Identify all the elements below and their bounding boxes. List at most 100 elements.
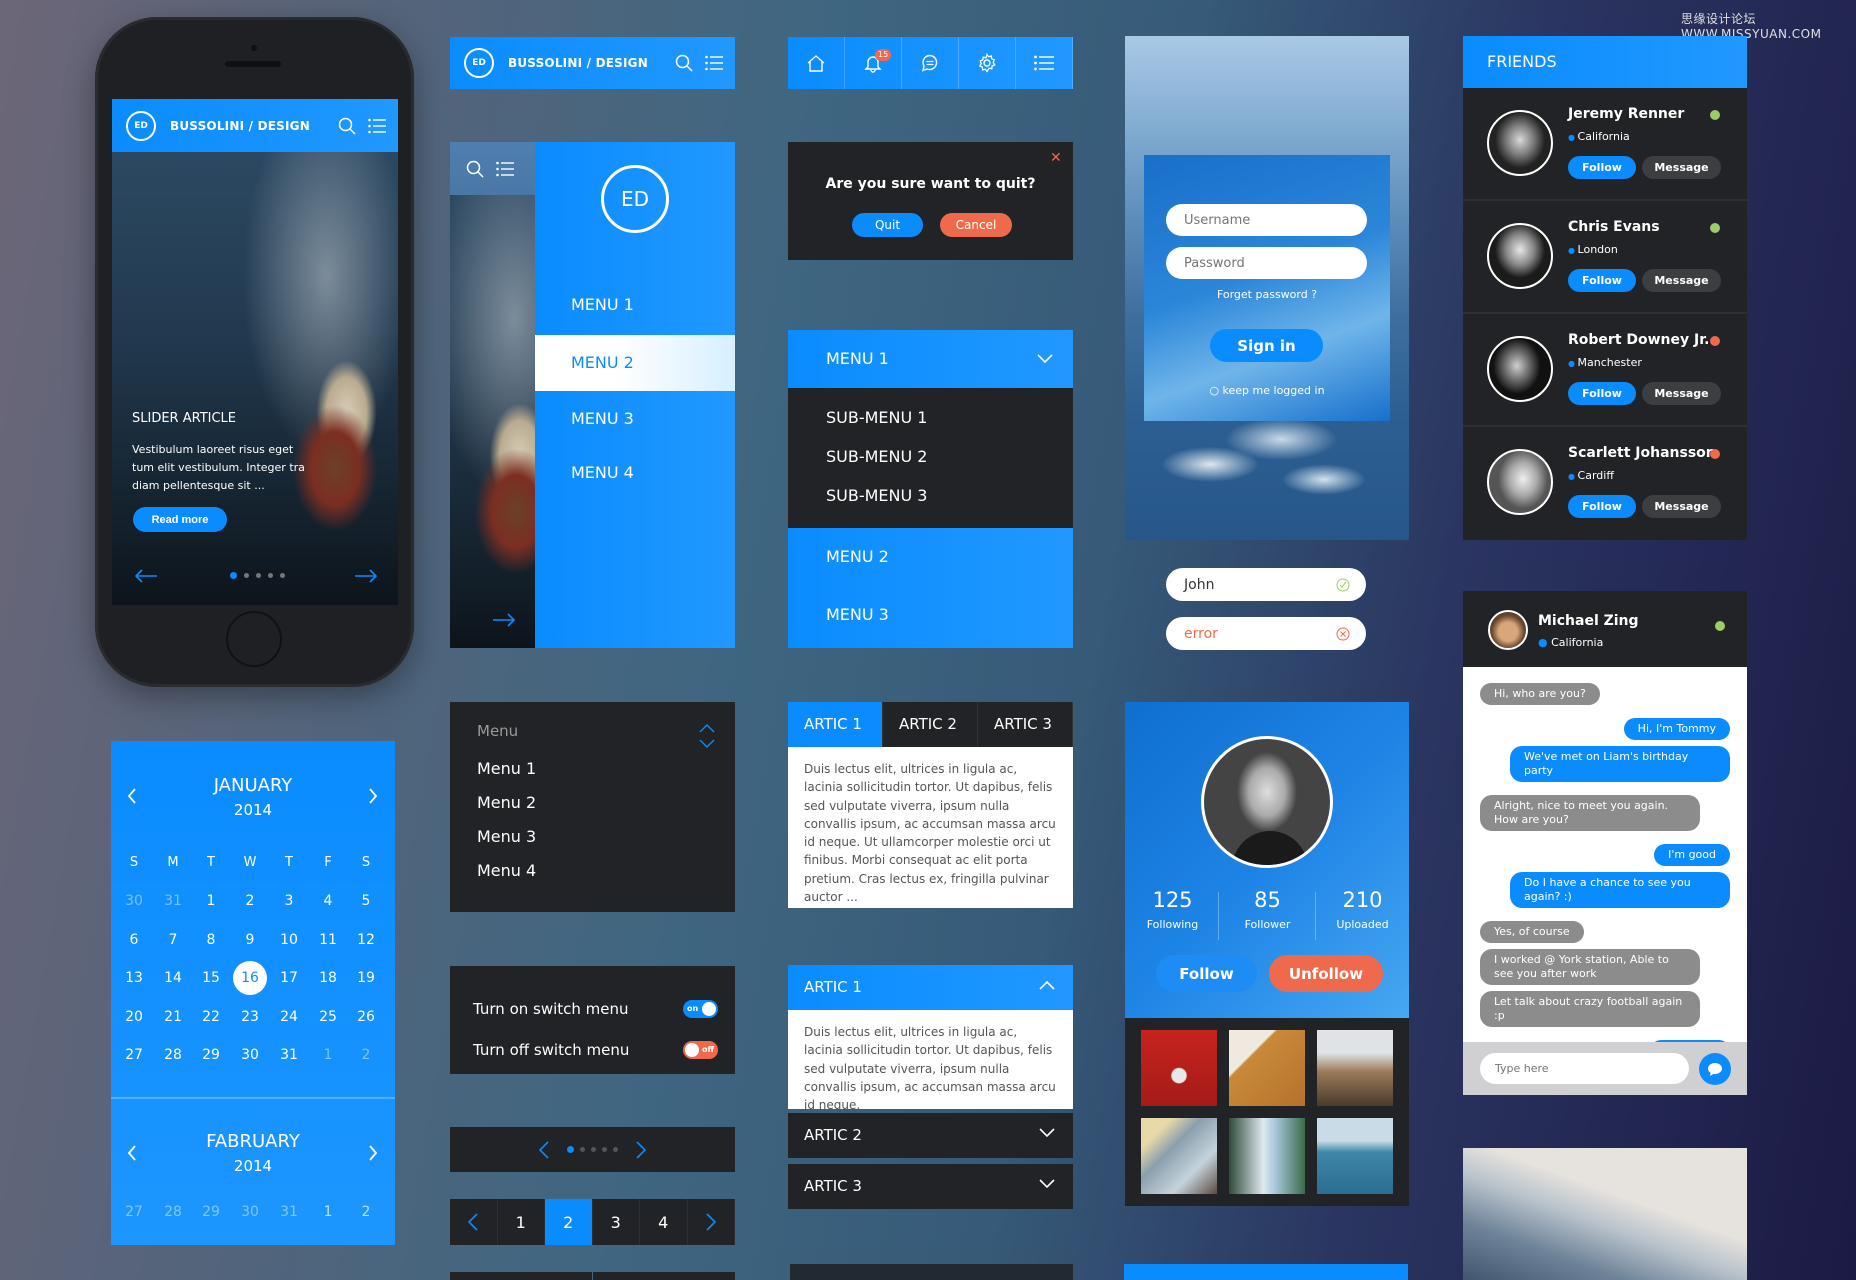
calendar-day[interactable]: 31 — [272, 1197, 306, 1227]
follow-button[interactable]: Follow — [1568, 382, 1636, 405]
chevron-down-icon[interactable] — [1039, 1128, 1055, 1138]
accordion-menu-1[interactable]: MENU 1 — [788, 330, 1073, 388]
follow-button[interactable]: Follow — [1568, 156, 1636, 179]
calendar-day[interactable]: 8 — [194, 925, 228, 955]
chevron-down-icon[interactable] — [1037, 354, 1053, 364]
brand-logo[interactable]: ED — [464, 48, 494, 78]
tab[interactable]: ARTIC 2 — [883, 702, 978, 747]
follow-button[interactable]: Follow — [1568, 495, 1636, 518]
chevron-right-icon[interactable] — [368, 788, 378, 804]
side-menu-item[interactable]: MENU 3 — [535, 391, 735, 447]
avatar[interactable] — [1488, 610, 1528, 650]
chevron-right-icon[interactable] — [368, 1145, 378, 1161]
avatar[interactable] — [1487, 336, 1553, 402]
gallery-photo[interactable] — [1141, 1118, 1217, 1194]
list-icon[interactable] — [368, 118, 386, 134]
unfollow-button[interactable]: Unfollow — [1269, 955, 1383, 992]
message-button[interactable]: Message — [1642, 269, 1721, 292]
calendar-day[interactable]: 1 — [194, 886, 228, 916]
chevron-down-icon[interactable] — [1039, 1179, 1055, 1189]
read-more-button[interactable]: Read more — [133, 507, 227, 532]
page-button[interactable]: 4 — [640, 1199, 688, 1245]
message-button[interactable]: Message — [1642, 495, 1721, 518]
calendar-day[interactable]: 27 — [117, 1040, 151, 1070]
calendar-day[interactable]: 15 — [194, 963, 228, 993]
friend-name[interactable]: Robert Downey Jr. — [1568, 332, 1709, 348]
avatar[interactable] — [1487, 223, 1553, 289]
calendar-day[interactable]: 11 — [311, 925, 345, 955]
close-icon[interactable]: ✕ — [1050, 150, 1062, 166]
valid-input[interactable]: John — [1166, 568, 1366, 601]
list-icon[interactable] — [496, 161, 514, 177]
calendar-day[interactable]: 14 — [156, 963, 190, 993]
friend-name[interactable]: Scarlett Johansson — [1568, 445, 1716, 461]
slider-dots[interactable] — [230, 572, 285, 579]
tab[interactable]: ARTIC 1 — [788, 702, 883, 747]
dropdown-item[interactable]: Menu 4 — [477, 854, 735, 888]
calendar-day[interactable]: 7 — [156, 925, 190, 955]
calendar-day[interactable]: 25 — [311, 1002, 345, 1032]
message-button[interactable]: Message — [1642, 382, 1721, 405]
search-icon[interactable] — [338, 117, 356, 135]
gallery-photo[interactable] — [1229, 1030, 1305, 1106]
chevron-up-down-icon[interactable] — [698, 722, 716, 750]
calendar-day[interactable]: 20 — [117, 1002, 151, 1032]
calendar-day[interactable]: 30 — [233, 1197, 267, 1227]
calendar-day[interactable]: 21 — [156, 1002, 190, 1032]
brand-logo[interactable]: ED — [126, 110, 156, 141]
page-button[interactable]: 1 — [498, 1199, 545, 1245]
calendar-day[interactable]: 17 — [272, 963, 306, 993]
calendar-day[interactable]: 1 — [311, 1040, 345, 1070]
password-input[interactable] — [1166, 247, 1367, 279]
calendar-day[interactable]: 28 — [156, 1197, 190, 1227]
sign-in-button[interactable]: Sign in — [1210, 329, 1323, 362]
calendar-day[interactable]: 12 — [349, 925, 383, 955]
pager-dots[interactable] — [567, 1145, 618, 1153]
side-menu-item[interactable]: MENU 2 — [535, 335, 735, 391]
submenu-item[interactable]: SUB-MENU 3 — [826, 476, 1073, 515]
calendar-day[interactable]: 16 — [233, 961, 267, 995]
toggle-switch[interactable]: off — [683, 1040, 718, 1059]
list-icon[interactable] — [705, 55, 723, 71]
side-menu-item[interactable]: MENU 1 — [535, 277, 735, 333]
avatar[interactable] — [1487, 110, 1553, 176]
chevron-left-icon[interactable] — [539, 1140, 549, 1159]
arrow-left-icon[interactable] — [134, 569, 158, 583]
calendar-day[interactable]: 13 — [117, 963, 151, 993]
gallery-photo[interactable] — [1317, 1118, 1393, 1194]
calendar-day[interactable]: 31 — [272, 1040, 306, 1070]
page-button[interactable]: 2 — [545, 1199, 593, 1245]
gallery-photo[interactable] — [1141, 1030, 1217, 1106]
submenu-item[interactable]: SUB-MENU 1 — [826, 398, 1073, 437]
next-page-button[interactable] — [688, 1199, 735, 1245]
pager-dot[interactable] — [567, 1145, 574, 1153]
calendar-day[interactable]: 31 — [156, 886, 190, 916]
prev-page-button[interactable] — [450, 1199, 498, 1245]
accordion-menu-2[interactable]: MENU 2 — [788, 528, 1073, 586]
send-button[interactable] — [1699, 1053, 1731, 1085]
nav-button-bell[interactable]: 15 — [845, 37, 902, 89]
calendar-day[interactable]: 1 — [311, 1197, 345, 1227]
slider-dot[interactable] — [280, 573, 285, 578]
quit-button[interactable]: Quit — [852, 213, 923, 237]
slider-dot[interactable] — [244, 573, 249, 578]
dropdown-item[interactable]: Menu 1 — [477, 752, 735, 786]
slider-dot[interactable] — [230, 572, 237, 579]
profile-avatar[interactable] — [1201, 736, 1333, 868]
calendar-day[interactable]: 9 — [233, 925, 267, 955]
friend-name[interactable]: Chris Evans — [1568, 219, 1660, 235]
avatar[interactable] — [1487, 449, 1553, 515]
accordion-header[interactable]: ARTIC 2 — [788, 1113, 1073, 1158]
message-input[interactable] — [1480, 1053, 1689, 1084]
tab[interactable]: ARTIC 3 — [978, 702, 1073, 747]
search-icon[interactable] — [466, 160, 484, 178]
toggle-switch[interactable]: on — [683, 999, 718, 1018]
calendar-day[interactable]: 22 — [194, 1002, 228, 1032]
forgot-password-link[interactable]: Forget password ? — [1144, 288, 1390, 301]
arrow-right-icon[interactable] — [354, 569, 378, 583]
page-button[interactable]: 3 — [593, 1199, 640, 1245]
error-input[interactable]: error — [1166, 617, 1366, 650]
pager-dot[interactable] — [602, 1147, 607, 1152]
nav-button-list[interactable] — [1016, 37, 1073, 89]
chevron-up-icon[interactable] — [1039, 980, 1055, 990]
